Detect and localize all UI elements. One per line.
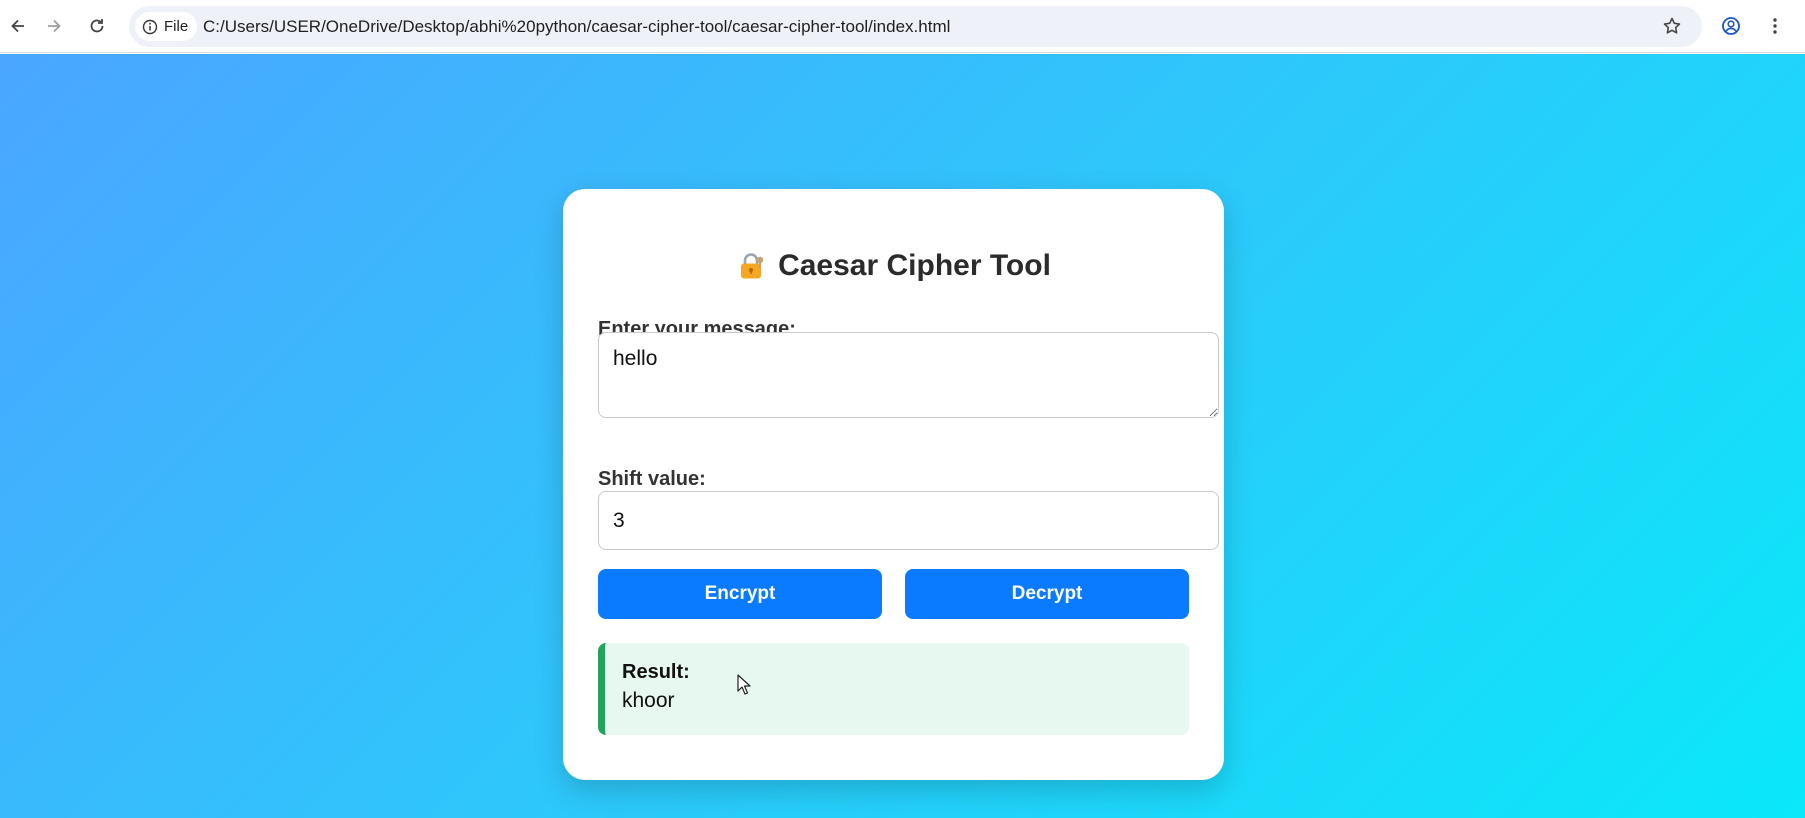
result-label: Result:: [622, 661, 690, 683]
lock-key-icon: [741, 253, 764, 279]
back-arrow-icon: [11, 19, 24, 33]
title-text: Caesar Cipher Tool: [778, 249, 1051, 282]
bookmark-button[interactable]: [1654, 8, 1690, 44]
mouse-cursor-icon: [737, 674, 751, 695]
site-chip-label: File: [164, 18, 189, 35]
reload-icon: [90, 19, 104, 33]
forward-button[interactable]: [36, 8, 72, 44]
reload-button[interactable]: [79, 8, 115, 44]
result-value: khoor: [622, 689, 675, 712]
star-icon: [1663, 17, 1681, 34]
forward-arrow-icon: [48, 19, 61, 33]
url-text[interactable]: C:/Users/USER/OneDrive/Desktop/abhi%20py…: [203, 6, 950, 47]
page-title: Caesar Cipher Tool: [563, 249, 1224, 283]
browser-menu-button[interactable]: [1757, 8, 1793, 44]
encrypt-button[interactable]: Encrypt: [598, 569, 882, 619]
cipher-card: Caesar Cipher Tool Enter your message: h…: [563, 189, 1224, 780]
profile-button[interactable]: [1713, 8, 1749, 44]
back-button[interactable]: [0, 8, 36, 44]
site-info-chip[interactable]: File: [135, 12, 198, 41]
address-bar[interactable]: File C:/Users/USER/OneDrive/Desktop/abhi…: [129, 6, 1702, 47]
info-icon: [142, 19, 158, 34]
more-vert-icon: [1773, 18, 1777, 34]
browser-toolbar: File C:/Users/USER/OneDrive/Desktop/abhi…: [0, 0, 1805, 53]
message-input[interactable]: hello: [598, 332, 1219, 418]
shift-input[interactable]: [598, 491, 1219, 550]
decrypt-button[interactable]: Decrypt: [905, 569, 1189, 619]
page-background: Caesar Cipher Tool Enter your message: h…: [0, 54, 1805, 818]
result-box: Result: khoor: [598, 643, 1189, 735]
shift-label: Shift value:: [598, 468, 706, 490]
profile-icon: [1722, 17, 1740, 35]
